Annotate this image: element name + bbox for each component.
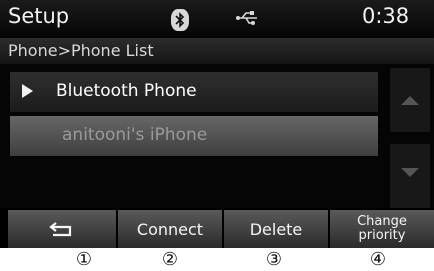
list-item-bluetooth-phone[interactable]: Bluetooth Phone [10,72,378,112]
change-priority-button[interactable]: Change priority [330,210,434,248]
softkey-bar: Connect Delete Change priority [0,210,434,248]
app-title: Setup [8,4,70,28]
callout-2: ② [161,249,179,270]
chevron-up-icon [401,96,419,105]
head-unit-screen: Setup 0:38 Phone>Phone List Bluetooth Ph… [0,0,434,248]
callout-4: ④ [369,249,387,270]
connect-label: Connect [136,219,204,239]
clock: 0:38 [362,4,410,28]
delete-label: Delete [249,219,303,239]
back-button[interactable] [8,210,116,248]
list-item-phone[interactable]: anitooni's iPhone [10,116,378,156]
usb-icon [236,11,257,25]
breadcrumb: Phone>Phone List [8,41,154,60]
connect-button[interactable]: Connect [118,210,222,248]
scroll-up-button[interactable] [390,68,430,132]
status-bar: Setup 0:38 [0,0,434,38]
list-item-label: anitooni's iPhone [62,125,208,145]
callout-3: ③ [265,249,283,270]
delete-button[interactable]: Delete [224,210,328,248]
back-arrow-icon [49,222,72,237]
breadcrumb-bar: Phone>Phone List [0,38,434,64]
scroll-down-button[interactable] [390,144,430,208]
bluetooth-icon [171,9,189,31]
change-priority-label: Change priority [357,214,407,243]
callout-markers: ① ② ③ ④ [0,249,434,271]
callout-1: ① [75,249,93,270]
chevron-down-icon [401,168,419,177]
list-item-label: Bluetooth Phone [56,81,197,101]
play-arrow-icon [22,84,33,98]
